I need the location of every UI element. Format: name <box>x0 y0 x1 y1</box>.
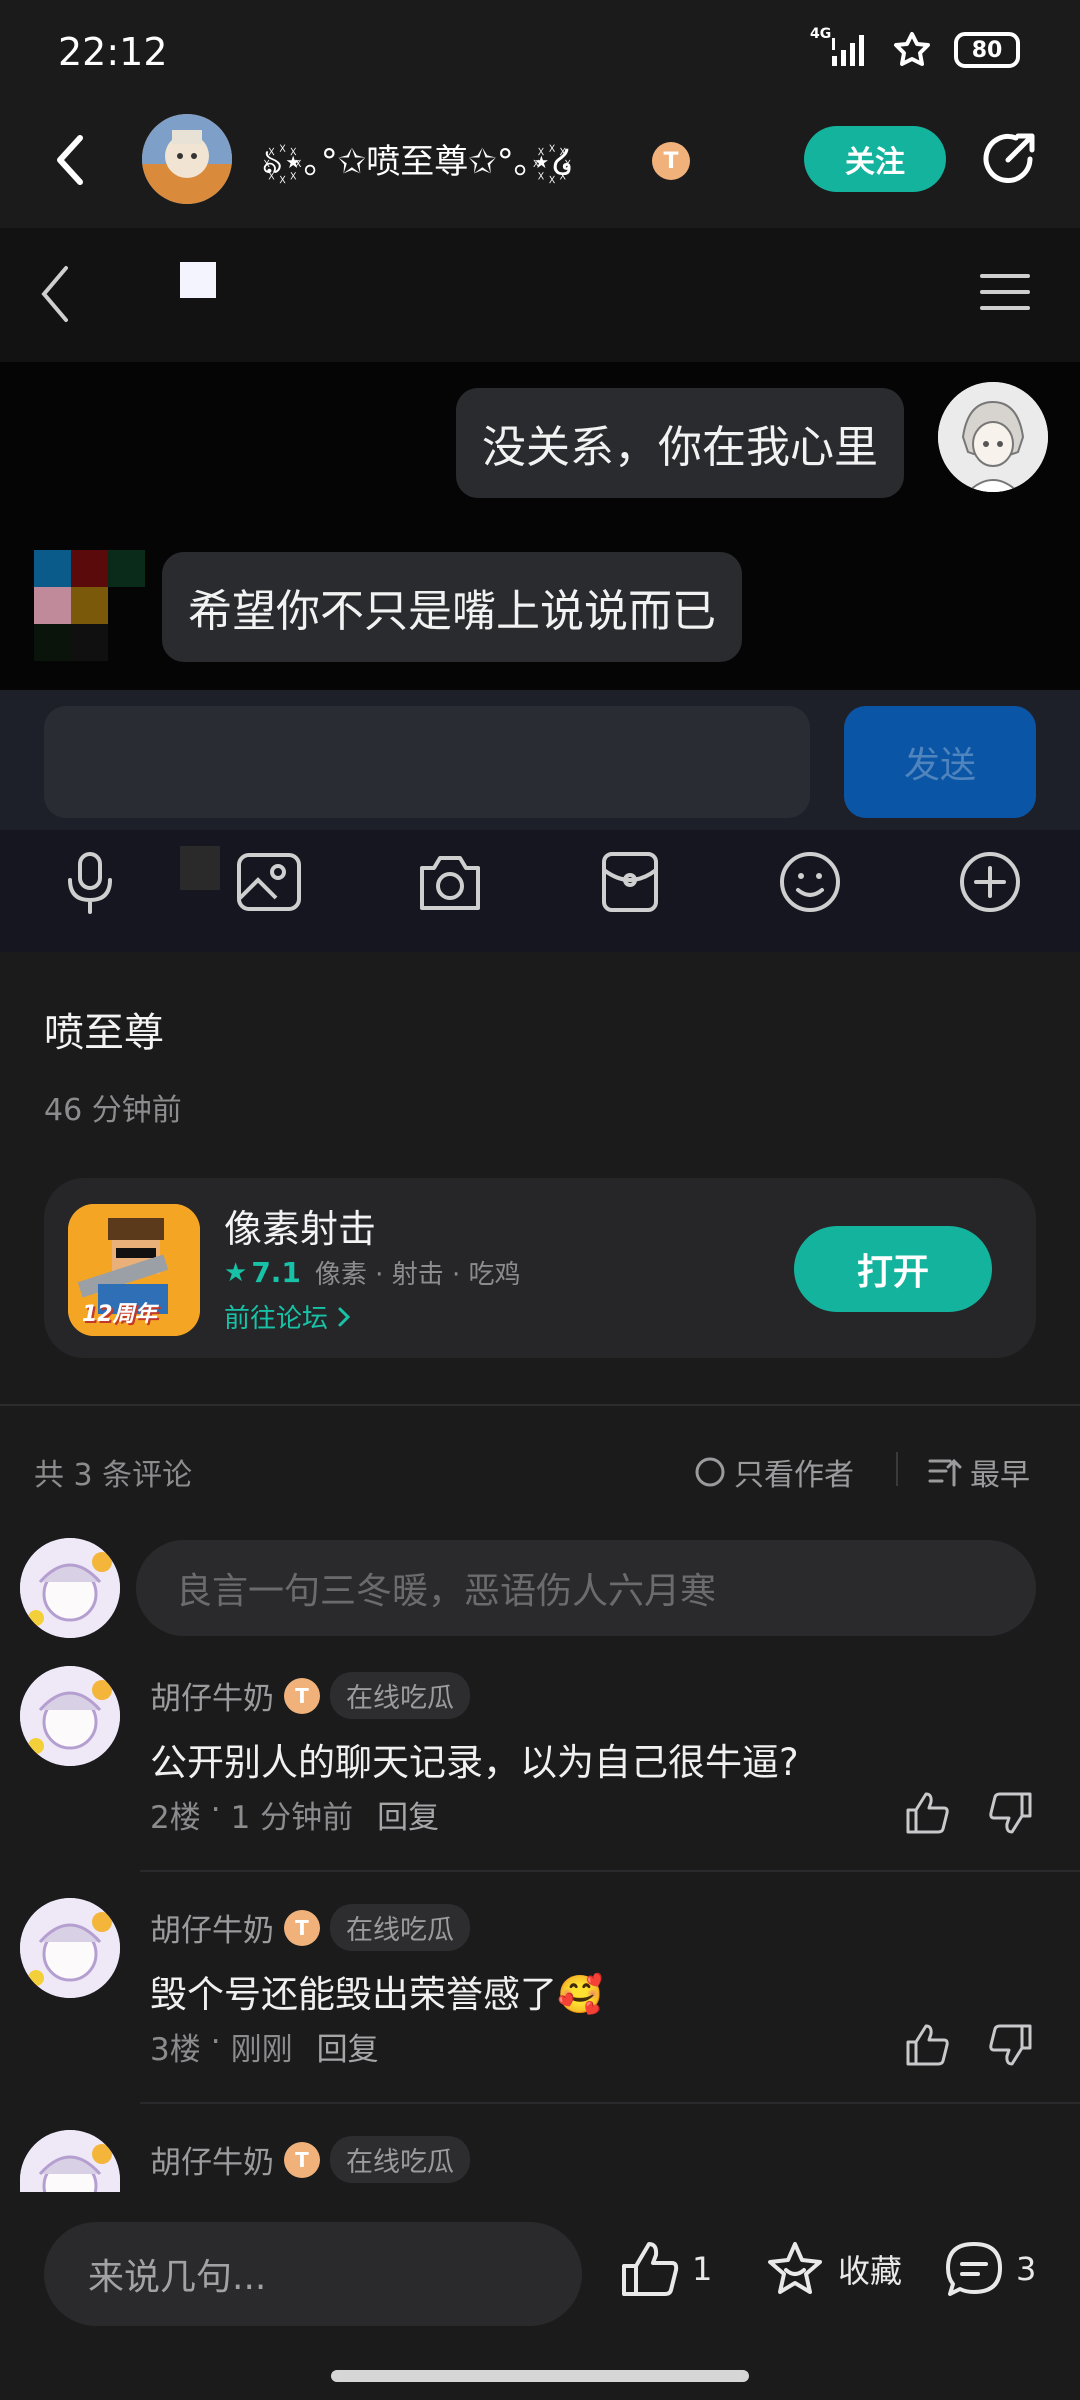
comment-text: 公开别人的聊天记录，以为自己很牛逼? <box>150 1741 799 1784</box>
post-author[interactable]: 喷至尊 <box>44 1000 164 1058</box>
my-avatar <box>20 1538 120 1638</box>
post-time: 46 分钟前 <box>44 1093 182 1128</box>
image-icon <box>236 852 302 912</box>
plus-icon <box>958 850 1022 914</box>
comment-input[interactable]: 良言一句三冬暖，恶语伤人六月寒 <box>136 1540 1036 1636</box>
app-icon[interactable]: 12周年 <box>68 1204 200 1336</box>
divider <box>0 1404 1080 1406</box>
dislike-icon[interactable] <box>988 2024 1034 2068</box>
chevron-right-icon <box>338 1307 351 1326</box>
level-badge: T <box>284 1909 320 1946</box>
user-tag: 在线吃瓜 <box>330 2136 470 2183</box>
screenshot-toolbar <box>0 830 1080 952</box>
meta-dot: · <box>210 1792 221 1828</box>
camera-icon <box>416 852 484 912</box>
message-bubble-in: 希望你不只是嘴上说说而已 <box>162 552 742 662</box>
comment-meta: 2楼 · 1 分钟前 回复 <box>150 1792 439 1837</box>
meta-dot: · <box>210 2024 221 2060</box>
radio-icon <box>695 1457 725 1487</box>
commenter-name[interactable]: 胡仔牛奶 <box>150 1905 274 1950</box>
emoji-icon <box>778 850 842 914</box>
screenshot-back-icon <box>38 264 72 324</box>
sort-label: 最早 <box>970 1458 1030 1493</box>
app-rating: 7.1 <box>251 1256 301 1289</box>
user-tag: 在线吃瓜 <box>330 1904 470 1951</box>
comments-button[interactable]: 3 <box>944 2240 1036 2298</box>
screenshot-square <box>180 262 216 298</box>
comment-divider <box>140 2102 1080 2104</box>
app-meta: ★ 7.1 像素 · 射击 · 吃鸡 <box>224 1254 521 1291</box>
app-anniversary-label: 12周年 <box>82 1302 157 1327</box>
level-badge: T <box>284 2141 320 2178</box>
like-icon[interactable] <box>904 1790 950 1834</box>
comment-header: 胡仔牛奶 T 在线吃瓜 <box>150 2136 470 2183</box>
commenter-avatar[interactable] <box>20 1898 120 1998</box>
message-bubble-out: 没关系，你在我心里 <box>456 388 904 498</box>
sort-button[interactable]: 最早 <box>928 1450 1030 1494</box>
comment-count: 共 3 条评论 <box>34 1458 193 1493</box>
favorite-label: 收藏 <box>838 2252 903 2290</box>
forum-link-label: 前往论坛 <box>224 1304 329 1334</box>
forum-link[interactable]: 前往论坛 <box>224 1298 352 1335</box>
level-badge: T <box>652 142 690 180</box>
status-time: 22:12 <box>58 30 168 74</box>
star-icon: ★ <box>224 1257 248 1288</box>
comment-bubble-icon <box>946 2242 1002 2296</box>
comment-time: 刚刚 <box>230 2032 293 2068</box>
battery-icon: 80 <box>954 32 1020 68</box>
commenter-avatar[interactable] <box>20 1666 120 1766</box>
separator <box>896 1452 898 1486</box>
commenter-name[interactable]: 胡仔牛奶 <box>150 2137 274 2182</box>
back-button[interactable] <box>50 130 90 190</box>
dislike-icon[interactable] <box>988 1792 1034 1836</box>
comment-floor: 3楼 <box>150 2032 201 2068</box>
comment-header: 胡仔牛奶 T 在线吃瓜 <box>150 1672 470 1719</box>
thumbs-up-icon <box>622 2242 679 2296</box>
commenter-avatar[interactable] <box>20 2130 120 2192</box>
header-title[interactable]: ঌ꙰⋆｡°✩喷至尊✩°｡⋆꙰໒ <box>262 134 574 193</box>
commenter-name[interactable]: 胡仔牛奶 <box>150 1673 274 1718</box>
screenshot-avatar-in <box>34 550 145 661</box>
flower-icon <box>892 30 932 70</box>
status-icons: 4G 80 <box>810 26 1020 70</box>
share-icon[interactable] <box>978 128 1040 190</box>
level-badge: T <box>284 1677 320 1714</box>
mic-icon <box>62 850 118 914</box>
screenshot-avatar-out <box>938 382 1048 492</box>
home-indicator[interactable] <box>331 2370 749 2382</box>
app-tags: 像素 · 射击 · 吃鸡 <box>314 1260 521 1290</box>
bottom-comment-input[interactable]: 来说几句... <box>44 2222 582 2326</box>
star-outline-icon <box>768 2242 822 2294</box>
reply-button[interactable]: 回复 <box>317 2024 379 2069</box>
open-app-button[interactable]: 打开 <box>794 1226 992 1312</box>
screenshot-blurred-thumb <box>180 846 220 890</box>
screenshot-send-button: 发送 <box>844 706 1036 818</box>
reply-button[interactable]: 回复 <box>377 1792 439 1837</box>
comment-floor: 2楼 <box>150 1800 201 1836</box>
app-name[interactable]: 像素射击 <box>224 1198 376 1253</box>
like-count: 1 <box>692 2250 713 2288</box>
network-type: 4G <box>810 26 832 42</box>
user-tag: 在线吃瓜 <box>330 1672 470 1719</box>
comment-divider <box>140 1870 1080 1872</box>
author-avatar[interactable] <box>142 114 232 204</box>
redpacket-icon <box>600 850 660 914</box>
follow-button[interactable]: 关注 <box>804 126 946 192</box>
comment-meta: 3楼 · 刚刚 回复 <box>150 2024 379 2069</box>
comment-time: 1 分钟前 <box>230 1800 354 1836</box>
only-author-label: 只看作者 <box>734 1458 854 1493</box>
comment-text: 毁个号还能毁出荣誉感了🥰 <box>150 1973 604 2016</box>
only-author-toggle[interactable]: 只看作者 <box>694 1450 854 1494</box>
comments-count: 3 <box>1016 2250 1037 2288</box>
favorite-button[interactable]: 收藏 <box>764 2240 902 2298</box>
screenshot-input-field <box>44 706 810 818</box>
screenshot-menu-icon <box>980 272 1030 312</box>
sort-icon <box>928 1458 962 1487</box>
like-button[interactable]: 1 <box>620 2240 712 2298</box>
signal-icon: 4G <box>810 26 870 70</box>
comment-header: 胡仔牛奶 T 在线吃瓜 <box>150 1904 470 1951</box>
screenshot-topbar <box>0 228 1080 362</box>
like-icon[interactable] <box>904 2022 950 2066</box>
